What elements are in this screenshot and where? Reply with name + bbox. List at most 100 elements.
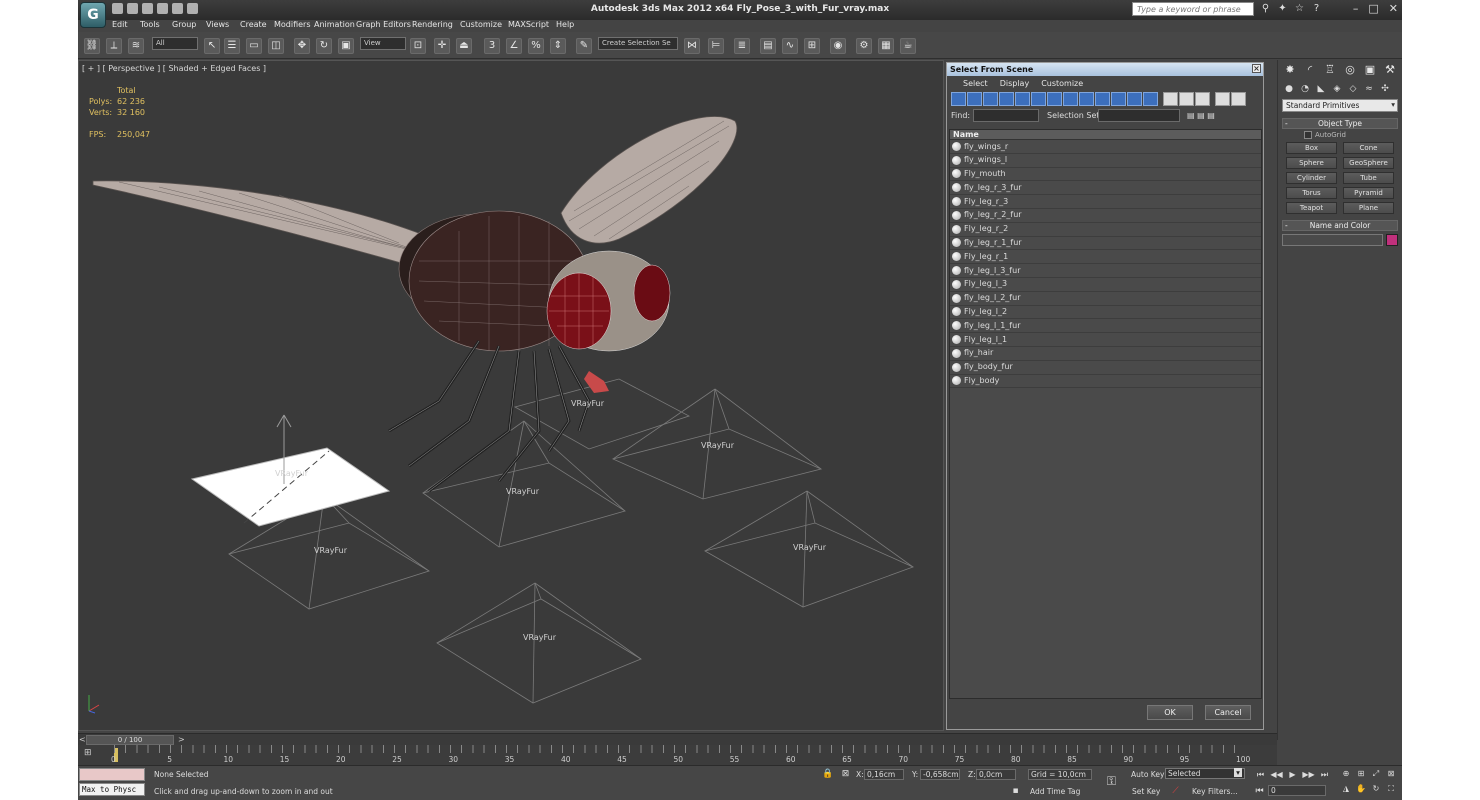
list-item[interactable]: fly_leg_l_1_fur — [950, 319, 1261, 334]
selection-filter-dropdown[interactable]: All — [152, 37, 198, 50]
geosphere-button[interactable]: GeoSphere — [1343, 157, 1394, 169]
zoom-icon[interactable]: ⊕ — [1340, 768, 1352, 780]
time-slider-next-icon[interactable]: > — [178, 735, 185, 744]
layer-manager-icon[interactable]: ≣ — [734, 38, 750, 54]
hierarchy-icon[interactable] — [1231, 92, 1246, 106]
list-item[interactable]: fly_leg_l_3_fur — [950, 264, 1261, 278]
shapes-icon[interactable]: ◔ — [1298, 82, 1312, 96]
name-column-header[interactable]: Name — [950, 130, 1261, 140]
list-item[interactable]: Fly_leg_l_2 — [950, 306, 1261, 320]
dialog-menu-display[interactable]: Display — [994, 76, 1036, 90]
angle-snap-icon[interactable]: ∠ — [506, 38, 522, 54]
autogrid-checkbox[interactable] — [1304, 131, 1312, 139]
spinner-snap-icon[interactable]: ⇕ — [550, 38, 566, 54]
menu-group[interactable]: Group — [172, 20, 196, 29]
object-type-rollout[interactable]: Object Type — [1282, 118, 1398, 129]
find-input[interactable] — [973, 109, 1039, 122]
filter-frozen-icon[interactable] — [1111, 92, 1126, 106]
create-tab-icon[interactable]: ✸ — [1282, 63, 1298, 77]
zoom-all-icon[interactable]: ⊞ — [1355, 768, 1367, 780]
filter-shapes-icon[interactable] — [967, 92, 982, 106]
geometry-icon[interactable]: ● — [1282, 82, 1296, 96]
next-frame-icon[interactable]: ▶▶ — [1302, 769, 1315, 780]
align-icon[interactable]: ⊨ — [708, 38, 724, 54]
current-frame-field[interactable]: 0 — [1268, 785, 1326, 796]
absolute-mode-icon[interactable]: ⊠ — [840, 769, 851, 780]
filter-cameras-icon[interactable] — [999, 92, 1014, 106]
torus-button[interactable]: Torus — [1286, 187, 1337, 199]
select-by-name-icon[interactable]: ☰ — [224, 38, 240, 54]
go-to-end-icon[interactable]: ⏭ — [1318, 769, 1331, 780]
menu-help[interactable]: Help — [556, 20, 574, 29]
zoom-extents-icon[interactable]: ⤢ — [1370, 768, 1382, 780]
dialog-title-bar[interactable]: Select From Scene × — [947, 63, 1263, 76]
list-item[interactable]: fly_leg_r_2_fur — [950, 209, 1261, 223]
bind-space-warp-icon[interactable]: ≋ — [128, 38, 144, 54]
funnel-icon[interactable] — [1215, 92, 1230, 106]
time-slider[interactable]: < 0 / 100 > — [78, 733, 1277, 745]
snaps-toggle-icon[interactable]: 3 — [484, 38, 500, 54]
material-editor-icon[interactable]: ◉ — [830, 38, 846, 54]
maximize-viewport-icon[interactable]: ⛶ — [1385, 783, 1397, 795]
selection-set-tools-icon[interactable]: ▤ ▤ ▤ — [1187, 111, 1215, 120]
move-icon[interactable]: ✥ — [294, 38, 310, 54]
render-production-icon[interactable]: ☕ — [900, 38, 916, 54]
edit-named-selection-icon[interactable]: ✎ — [576, 38, 592, 54]
name-and-color-rollout[interactable]: Name and Color — [1282, 220, 1398, 231]
list-item[interactable]: Fly_leg_r_1 — [950, 250, 1261, 265]
rect-selection-icon[interactable]: ▭ — [246, 38, 262, 54]
render-setup-icon[interactable]: ⚙ — [856, 38, 872, 54]
zoom-extents-all-icon[interactable]: ⊠ — [1385, 768, 1397, 780]
filter-all-icon[interactable] — [1143, 92, 1158, 106]
set-key-button[interactable]: Set Key — [1132, 787, 1160, 796]
list-item[interactable]: Fly_body — [950, 375, 1261, 389]
select-object-icon[interactable]: ↖ — [204, 38, 220, 54]
star-icon[interactable]: ☆ — [1294, 3, 1305, 14]
filter-helpers-icon[interactable] — [1015, 92, 1030, 106]
list-item[interactable]: fly_wings_r — [950, 140, 1261, 154]
key-filters-button[interactable]: Key Filters... — [1192, 787, 1238, 796]
maxscript-output[interactable] — [79, 768, 145, 781]
primitive-category-dropdown[interactable]: Standard Primitives — [1282, 99, 1398, 112]
list-item[interactable]: fly_body_fur — [950, 361, 1261, 375]
menu-animation[interactable]: Animation — [314, 20, 355, 29]
scale-icon[interactable]: ▣ — [338, 38, 354, 54]
binoculars-icon[interactable]: ⚲ — [1260, 3, 1271, 14]
perspective-viewport[interactable]: [ + ] [ Perspective ] [ Shaded + Edged F… — [78, 60, 944, 731]
box-button[interactable]: Box — [1286, 142, 1337, 154]
track-bar[interactable]: ⊞ 0 5 10 15 20 25 30 35 40 45 50 55 60 65 70 75 80 85 90 95… — [78, 745, 1277, 765]
menu-edit[interactable]: Edit — [112, 20, 128, 29]
time-tag-icon[interactable]: ▪ — [1010, 786, 1021, 797]
filter-bones-icon[interactable] — [1079, 92, 1094, 106]
time-slider-prev-icon[interactable]: < — [79, 735, 86, 744]
close-icon[interactable]: ✕ — [1389, 2, 1398, 15]
list-item[interactable]: fly_leg_l_2_fur — [950, 292, 1261, 306]
schematic-view-icon[interactable]: ⊞ — [804, 38, 820, 54]
display-invert-icon[interactable] — [1195, 92, 1210, 106]
go-to-start-icon[interactable]: ⏮ — [1254, 769, 1267, 780]
cancel-button[interactable]: Cancel — [1205, 705, 1251, 720]
menu-graph-editors[interactable]: Graph Editors — [356, 20, 411, 29]
cone-button[interactable]: Cone — [1343, 142, 1394, 154]
window-crossing-icon[interactable]: ◫ — [268, 38, 284, 54]
application-button[interactable]: G — [80, 2, 106, 28]
menu-views[interactable]: Views — [206, 20, 229, 29]
filter-xrefs-icon[interactable] — [1063, 92, 1078, 106]
maxscript-listener-input[interactable]: Max to Physc — [79, 783, 145, 796]
previous-frame-icon[interactable]: ◀◀ — [1270, 769, 1283, 780]
menu-rendering[interactable]: Rendering — [412, 20, 453, 29]
list-item[interactable]: Fly_leg_r_2 — [950, 223, 1261, 237]
list-item[interactable]: fly_leg_r_1_fur — [950, 237, 1261, 251]
list-item[interactable]: fly_wings_l — [950, 154, 1261, 168]
percent-snap-icon[interactable]: % — [528, 38, 544, 54]
filter-hidden-icon[interactable] — [1127, 92, 1142, 106]
add-time-tag[interactable]: Add Time Tag — [1030, 787, 1080, 796]
list-item[interactable]: Fly_leg_l_1 — [950, 333, 1261, 347]
filter-groups-icon[interactable] — [1047, 92, 1062, 106]
dialog-close-icon[interactable]: × — [1252, 64, 1261, 73]
y-coordinate-field[interactable]: -0,658cm — [920, 769, 960, 780]
systems-icon[interactable]: ✣ — [1378, 82, 1392, 96]
menu-tools[interactable]: Tools — [140, 20, 160, 29]
pivot-center-icon[interactable]: ⊡ — [410, 38, 426, 54]
tube-button[interactable]: Tube — [1343, 172, 1394, 184]
